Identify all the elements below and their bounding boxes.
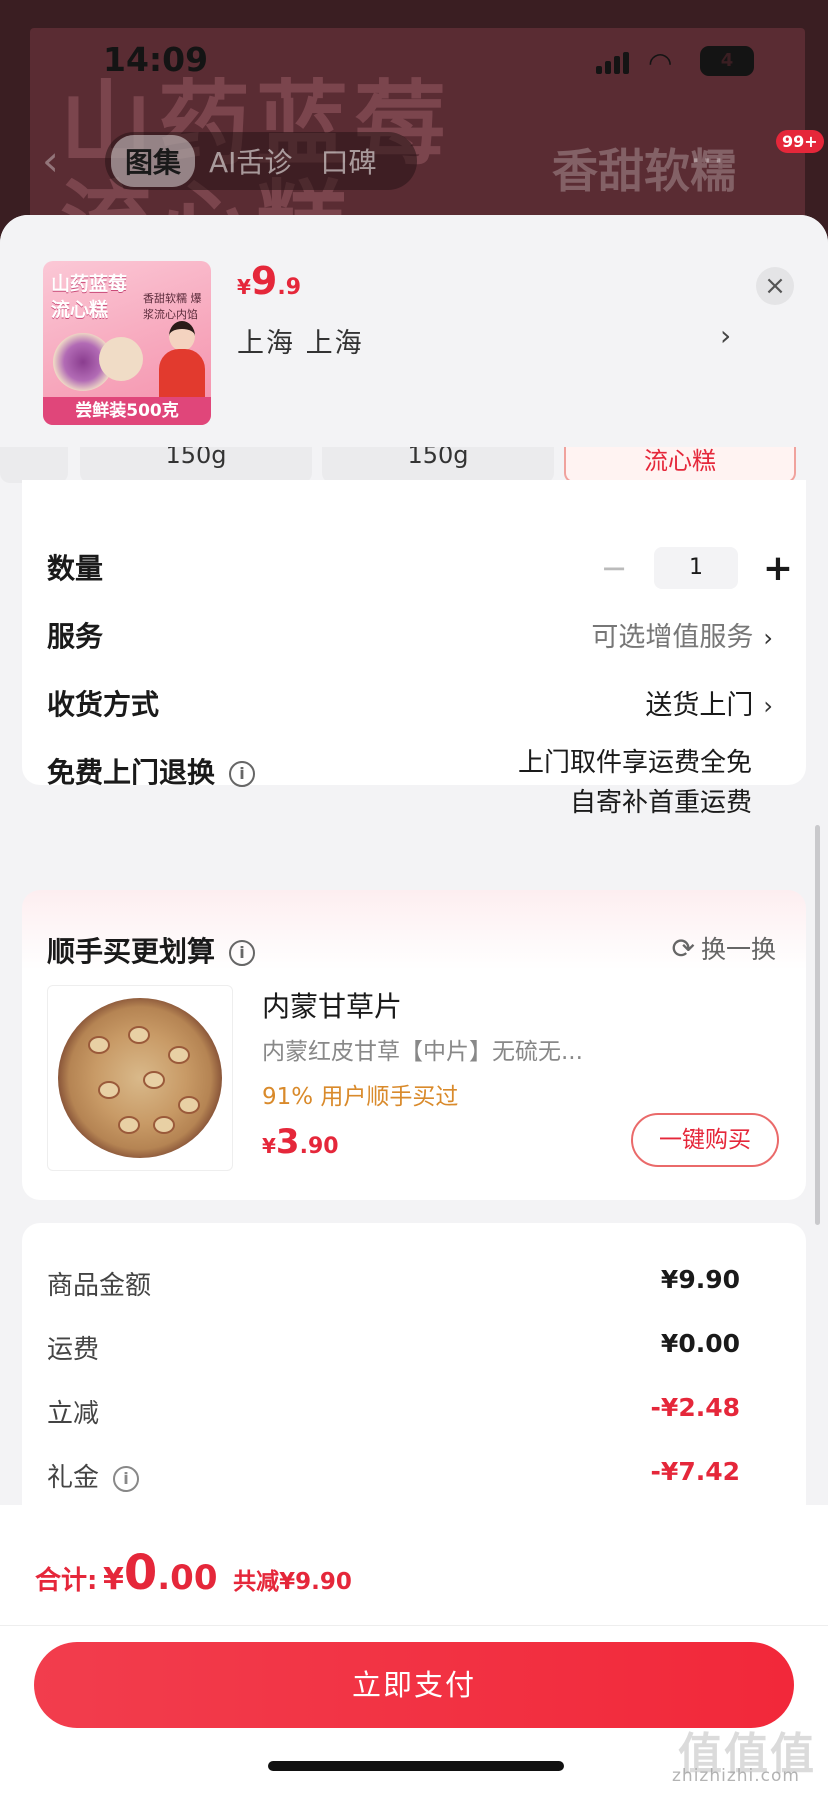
delivery-location[interactable]: 上海 上海	[237, 321, 364, 360]
thumb-subtitle: 香甜软糯 爆浆流心内馅	[143, 292, 202, 321]
pay-now-button[interactable]: 立即支付	[34, 1642, 794, 1728]
tab-ai-tongue[interactable]: AI舌诊	[195, 135, 306, 187]
summary-value: -¥2.48	[650, 1393, 740, 1422]
recommend-item-price: ¥3.90	[262, 1122, 339, 1162]
status-bar: 14:09 ◠ 4	[0, 0, 828, 110]
product-header: 山药蓝莓流心糕 香甜软糯 爆浆流心内馅 尝鲜装500克 ¥9.9 上海 上海 ›…	[0, 215, 828, 447]
recommend-title: 顺手买更划算	[47, 935, 216, 968]
info-icon[interactable]: i	[229, 761, 256, 787]
licorice-bowl-image	[58, 998, 222, 1158]
quantity-plus-button[interactable]: +	[758, 548, 798, 589]
site-watermark-url: zhizhizhi.com	[672, 1766, 800, 1786]
price-summary-card: 商品金额 ¥9.90 运费 ¥0.00 立减 -¥2.48 礼金 i -¥7.42	[22, 1223, 806, 1543]
recommend-card: 顺手买更划算 i ⟳ 换一换 内蒙甘草片 内蒙红皮甘草【中片】无硫无... 91% …	[22, 890, 806, 1200]
spokesperson-image	[155, 321, 209, 401]
service-value: 可选增值服务	[591, 622, 754, 653]
total-saved: 共减¥9.90	[233, 1569, 352, 1595]
summary-label: 礼金	[47, 1463, 100, 1493]
product-thumbnail[interactable]: 山药蓝莓流心糕 香甜软糯 爆浆流心内馅 尝鲜装500克	[43, 261, 211, 425]
summary-value: ¥9.90	[660, 1265, 740, 1294]
return-label: 免费上门退换	[47, 756, 216, 789]
home-indicator[interactable]	[268, 1761, 564, 1771]
chevron-right-icon: ›	[763, 692, 773, 720]
summary-label-row: 礼金 i	[47, 1457, 140, 1494]
thumb-footer: 尝鲜装500克	[43, 397, 211, 425]
recommend-item-name[interactable]: 内蒙甘草片	[262, 985, 402, 1025]
back-icon[interactable]: ‹	[42, 140, 59, 182]
nav-tabs: 图集 AI舌诊 口碑	[105, 132, 417, 190]
info-icon[interactable]: i	[229, 940, 256, 966]
delivery-value: 送货上门	[645, 690, 754, 721]
refresh-button[interactable]: ⟳ 换一换	[672, 930, 776, 966]
return-policy-line2: 自寄补首重运费	[569, 788, 752, 818]
message-badge: 99+	[776, 130, 824, 153]
recommend-item-image[interactable]	[47, 985, 233, 1171]
scrollbar[interactable]	[815, 825, 820, 1225]
status-time: 14:09	[103, 40, 209, 79]
return-label-row: 免费上门退换 i	[47, 751, 256, 791]
return-policy: 上门取件享运费全免 自寄补首重运费	[518, 743, 752, 823]
summary-label: 商品金额	[47, 1271, 152, 1301]
wifi-icon: ◠	[648, 46, 673, 79]
info-icon[interactable]: i	[113, 1465, 140, 1492]
quantity-label: 数量	[47, 552, 104, 585]
share-icon[interactable]: ⋯	[690, 140, 724, 180]
total-label: 合计:	[35, 1566, 98, 1596]
delivery-row[interactable]: 送货上门 ›	[645, 683, 773, 722]
divider	[0, 1625, 828, 1626]
chevron-right-icon[interactable]: ›	[720, 319, 731, 352]
recommend-title-row: 顺手买更划算 i	[47, 930, 256, 970]
service-row[interactable]: 可选增值服务 ›	[591, 615, 773, 654]
signal-icon	[596, 52, 632, 74]
tab-reviews[interactable]: 口碑	[306, 135, 390, 187]
refresh-icon: ⟳	[671, 932, 695, 965]
product-price: ¥9.9	[237, 259, 302, 303]
thumb-title: 山药蓝莓流心糕	[51, 273, 128, 321]
delivery-label: 收货方式	[47, 688, 160, 721]
order-total: 合计: ¥0.00 共减¥9.90	[35, 1545, 352, 1601]
battery-icon: 4	[700, 46, 754, 76]
recommend-item-desc: 内蒙红皮甘草【中片】无硫无...	[262, 1039, 583, 1065]
purchase-sheet: 山药蓝莓流心糕 香甜软糯 爆浆流心内馅 尝鲜装500克 ¥9.9 上海 上海 ›…	[0, 215, 828, 1796]
summary-value: ¥0.00	[660, 1329, 740, 1358]
quantity-stepper: − 1 +	[594, 547, 798, 589]
one-click-buy-button[interactable]: 一键购买	[631, 1113, 779, 1167]
cake-image	[99, 337, 143, 381]
recommend-item-bought: 91% 用户顺手买过	[262, 1084, 459, 1110]
quantity-input[interactable]: 1	[654, 547, 738, 589]
summary-label: 立减	[47, 1399, 100, 1429]
quantity-minus-button[interactable]: −	[594, 549, 634, 587]
summary-label: 运费	[47, 1335, 100, 1365]
summary-value: -¥7.42	[650, 1457, 740, 1486]
chevron-right-icon: ›	[763, 624, 773, 652]
return-policy-line1: 上门取件享运费全免	[517, 748, 752, 778]
tab-gallery[interactable]: 图集	[111, 135, 196, 187]
refresh-label: 换一换	[700, 935, 776, 964]
close-icon[interactable]: ×	[756, 267, 794, 305]
service-label: 服务	[47, 620, 104, 653]
